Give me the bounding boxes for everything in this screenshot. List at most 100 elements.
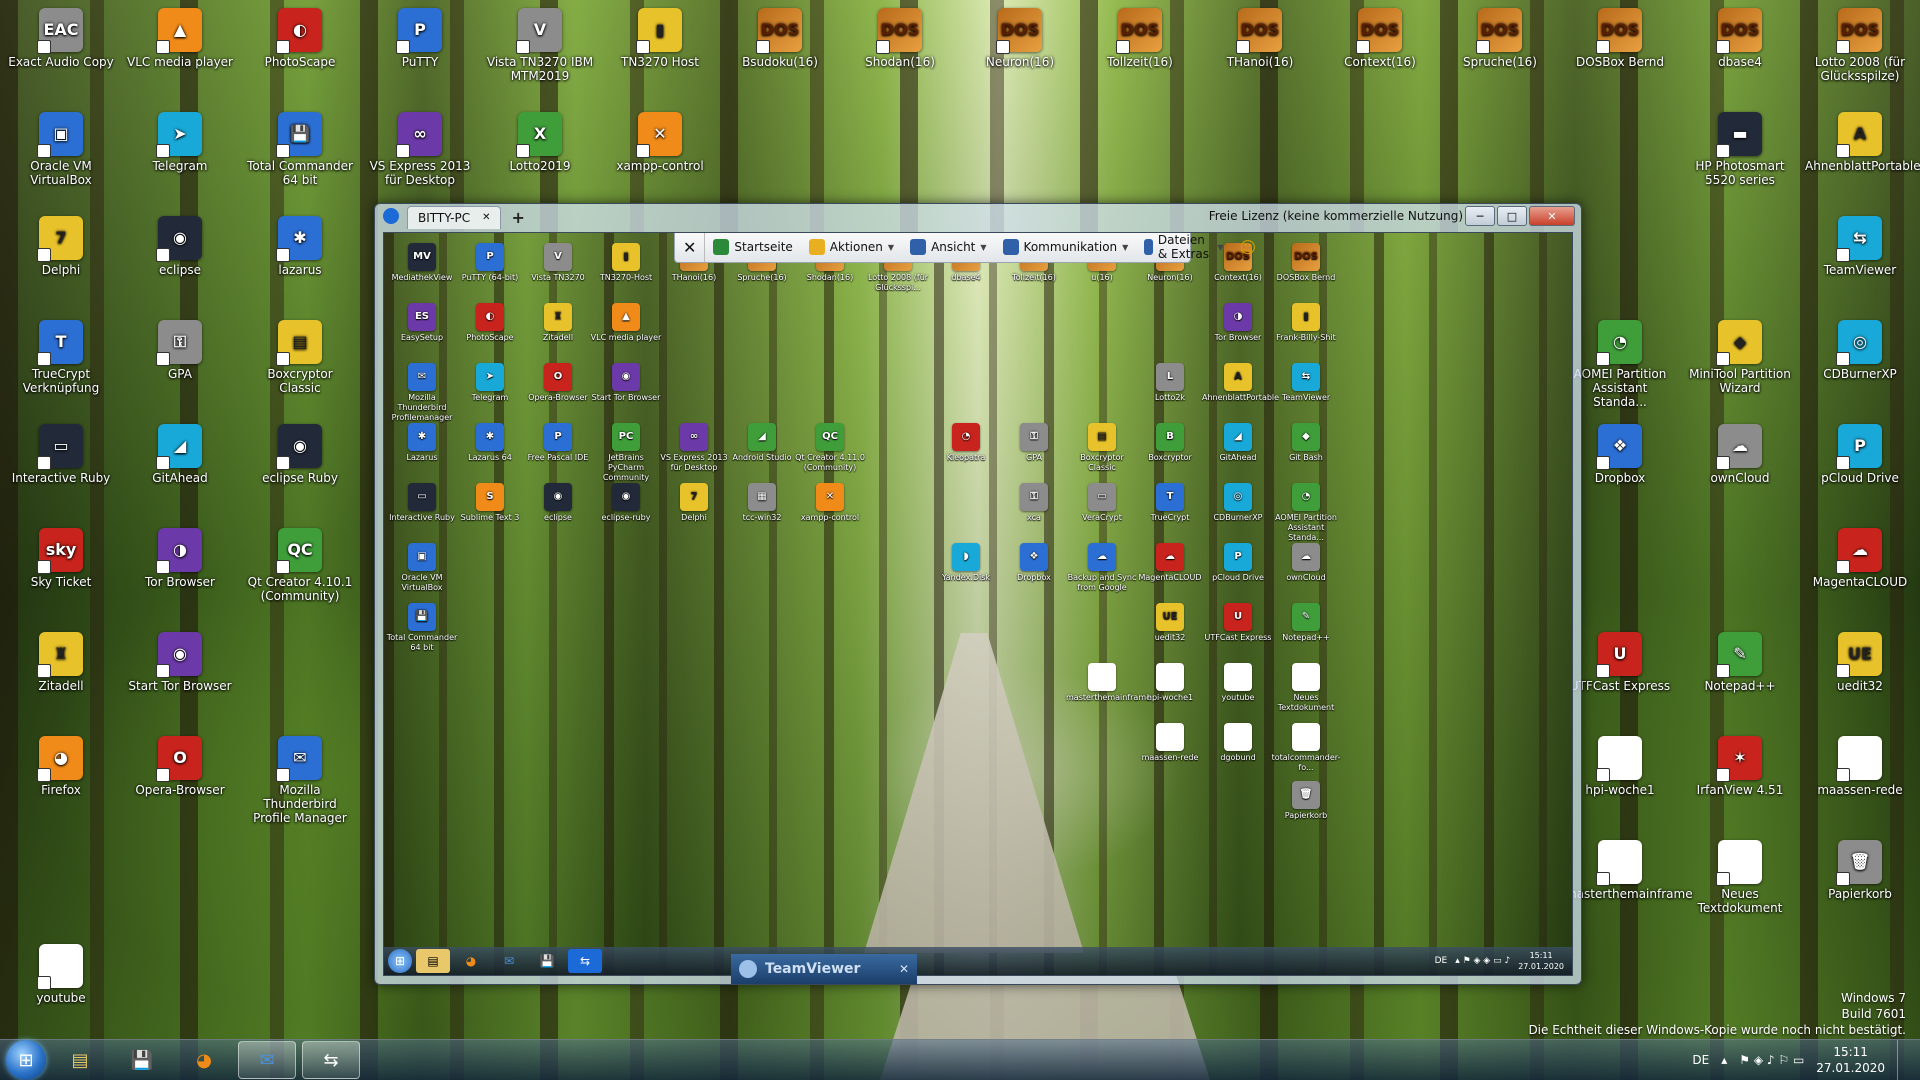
remote-icon-veracrypt[interactable]: ▭ VeraCrypt [1066, 483, 1138, 523]
desktop-icon-xampp-control[interactable]: ✕ xampp-control [605, 112, 715, 173]
teamviewer-badge-close-icon[interactable]: ✕ [899, 962, 909, 976]
remote-icon-tn3270-host[interactable]: ▮ TN3270-Host [590, 243, 662, 283]
toolbar-menu-ansicht[interactable]: Ansicht ▼ [902, 233, 994, 262]
desktop-icon-neues-textdokument[interactable]: Neues Textdokument [1685, 840, 1795, 915]
remote-icon-vlc-media-player[interactable]: ▲ VLC media player [590, 303, 662, 343]
remote-icon-boxcryptor[interactable]: B Boxcryptor [1134, 423, 1206, 463]
desktop-icon-exact-audio-copy[interactable]: EAC Exact Audio Copy [6, 8, 116, 69]
remote-icon-qt-creator-4-11-0-community[interactable]: QC Qt Creator 4.11.0 (Community) [794, 423, 866, 473]
remote-icon-eclipse[interactable]: ◉ eclipse [522, 483, 594, 523]
remote-desktop-view[interactable]: MV MediathekView P PuTTY (64-bit) V Vista TN3… [383, 232, 1573, 976]
desktop-icon-lotto2019[interactable]: X Lotto2019 [485, 112, 595, 173]
remote-tray-icons[interactable]: ▴ ⚑ ◈ ◈ ▭ ♪ [1455, 956, 1510, 966]
remote-icon-backup-and-sync-from-google[interactable]: ☁ Backup and Sync from Google [1066, 543, 1138, 593]
remote-icon-xampp-control[interactable]: ✕ xampp-control [794, 483, 866, 523]
remote-icon-lazarus-64[interactable]: ✱ Lazarus 64 [454, 423, 526, 463]
desktop-icon-start-tor-browser[interactable]: ◉ Start Tor Browser [125, 632, 235, 693]
remote-icon-opera-browser[interactable]: O Opera-Browser [522, 363, 594, 403]
remote-totalcommander-icon[interactable]: 💾 [530, 949, 564, 973]
desktop-icon-teamviewer[interactable]: ⇆ TeamViewer [1805, 216, 1915, 277]
remote-explorer-icon[interactable]: ▤ [416, 949, 450, 973]
remote-icon-neues-textdokument[interactable]: Neues Textdokument [1270, 663, 1342, 713]
tab-close-icon[interactable]: ✕ [482, 212, 490, 223]
taskbar-firefox-icon[interactable]: ◕ [176, 1042, 232, 1078]
desktop-icon-tn3270-host[interactable]: ▮ TN3270 Host [605, 8, 715, 69]
desktop-icon-opera-browser[interactable]: O Opera-Browser [125, 736, 235, 797]
desktop-icon-putty[interactable]: P PuTTY [365, 8, 475, 69]
taskbar-thunderbird-icon[interactable]: ✉ [238, 1041, 296, 1079]
desktop-icon-minitool-partition-wizard[interactable]: ◆ MiniTool Partition Wizard [1685, 320, 1795, 395]
remote-icon-mozilla-thunderbird-profilemanager[interactable]: ✉ Mozilla Thunderbird Profilemanager [386, 363, 458, 423]
clock[interactable]: 15:11 27.01.2020 [1816, 1044, 1885, 1076]
desktop-icon-delphi[interactable]: 7 Delphi [6, 216, 116, 277]
desktop-icon-papierkorb[interactable]: 🗑 Papierkorb [1805, 840, 1915, 901]
remote-icon-totalcommander-fo[interactable]: totalcommander-fo... [1270, 723, 1342, 773]
remote-icon-ahnenblattportable[interactable]: A AhnenblattPortable [1202, 363, 1279, 403]
desktop-icon-vista-tn3270-ibm-mtm2019[interactable]: V Vista TN3270 IBM MTM2019 [485, 8, 595, 83]
remote-icon-xca[interactable]: ⚿ xca [998, 483, 1070, 523]
remote-icon-photoscape[interactable]: ◐ PhotoScape [454, 303, 526, 343]
tray-app-icons[interactable]: ⚑ ◈ ♪ ⚐ ▭ [1739, 1053, 1804, 1067]
desktop-icon-magentacloud[interactable]: ☁ MagentaCLOUD [1805, 528, 1915, 589]
remote-clock[interactable]: 15:11 27.01.2020 [1518, 950, 1564, 972]
remote-icon-telegram[interactable]: ➤ Telegram [454, 363, 526, 403]
remote-icon-interactive-ruby[interactable]: ▭ Interactive Ruby [386, 483, 458, 523]
remote-icon-boxcryptor-classic[interactable]: ▤ Boxcryptor Classic [1066, 423, 1138, 473]
show-hidden-icons-icon[interactable]: ▴ [1721, 1053, 1727, 1067]
remote-icon-dgobund[interactable]: dgobund [1202, 723, 1274, 763]
desktop-icon-eclipse-ruby[interactable]: ◉ eclipse Ruby [245, 424, 355, 485]
desktop-icon-dosbox-bernd[interactable]: DOS DOSBox Bernd [1565, 8, 1675, 69]
desktop-icon-firefox[interactable]: ◕ Firefox [6, 736, 116, 797]
remote-icon-free-pascal-ide[interactable]: P Free Pascal IDE [522, 423, 594, 463]
remote-icon-tcc-win32[interactable]: ▦ tcc-win32 [726, 483, 798, 523]
desktop-icon-zitadell[interactable]: ♜ Zitadell [6, 632, 116, 693]
remote-icon-mediathekview[interactable]: MV MediathekView [386, 243, 458, 283]
remote-icon-owncloud[interactable]: ☁ ownCloud [1270, 543, 1342, 583]
desktop-icon-mozilla-thunderbird-profile-manager[interactable]: ✉ Mozilla Thunderbird Profile Manager [245, 736, 355, 825]
taskbar-totalcommander-icon[interactable]: 💾 [114, 1042, 170, 1078]
start-button[interactable]: ⊞ [6, 1040, 46, 1080]
desktop-icon-bsudoku-16[interactable]: DOS Bsudoku(16) [725, 8, 835, 69]
desktop-icon-sky-ticket[interactable]: sky Sky Ticket [6, 528, 116, 589]
maximize-button[interactable]: □ [1497, 206, 1527, 226]
desktop-icon-context-16[interactable]: DOS Context(16) [1325, 8, 1435, 69]
remote-icon-truecrypt[interactable]: T TrueCrypt [1134, 483, 1206, 523]
taskbar-teamviewer-icon[interactable]: ⇆ [302, 1041, 360, 1079]
remote-icon-oracle-vm-virtualbox[interactable]: ▣ Oracle VM VirtualBox [386, 543, 458, 593]
toolbar-menu-dateien-extras[interactable]: Dateien & Extras ▼ [1136, 233, 1231, 262]
desktop-icon-photoscape[interactable]: ◐ PhotoScape [245, 8, 355, 69]
remote-thunderbird-icon[interactable]: ✉ [492, 949, 526, 973]
desktop-icon-notepad[interactable]: ✎ Notepad++ [1685, 632, 1795, 693]
remote-icon-yandex-disk[interactable]: ◗ Yandex.Disk [930, 543, 1002, 583]
remote-language-indicator[interactable]: DE [1435, 956, 1448, 966]
close-button[interactable]: ✕ [1529, 206, 1575, 226]
desktop-icon-eclipse[interactable]: ◉ eclipse [125, 216, 235, 277]
toolbar-close-button[interactable]: ✕ [675, 233, 706, 262]
remote-icon-maassen-rede[interactable]: maassen-rede [1134, 723, 1206, 763]
remote-icon-eclipse-ruby[interactable]: ◉ eclipse-ruby [590, 483, 662, 523]
desktop-icon-pcloud-drive[interactable]: PpCloud Drive [1805, 424, 1915, 485]
remote-icon-start-tor-browser[interactable]: ◉ Start Tor Browser [590, 363, 662, 403]
desktop-icon-interactive-ruby[interactable]: ▭ Interactive Ruby [6, 424, 116, 485]
desktop-icon-truecrypt-verkn-pfung[interactable]: T TrueCrypt Verknüpfung [6, 320, 116, 395]
desktop-icon-owncloud[interactable]: ☁ ownCloud [1685, 424, 1795, 485]
remote-icon-utfcast-express[interactable]: U UTFCast Express [1202, 603, 1274, 643]
remote-icon-cdburnerxp[interactable]: ◎ CDBurnerXP [1202, 483, 1274, 523]
feedback-smiley-button[interactable]: ☺ [1232, 233, 1265, 262]
minimize-button[interactable]: ─ [1465, 206, 1495, 226]
remote-icon-pcloud-drive[interactable]: PpCloud Drive [1202, 543, 1274, 583]
remote-icon-git-bash[interactable]: ◆ Git Bash [1270, 423, 1342, 463]
desktop-icon-irfanview-4-51[interactable]: ✶ IrfanView 4.51 [1685, 736, 1795, 797]
desktop-icon-thanoi-16[interactable]: DOS THanoi(16) [1205, 8, 1315, 69]
remote-teamviewer-icon[interactable]: ⇆ [568, 949, 602, 973]
add-tab-button[interactable]: + [511, 208, 524, 227]
taskbar-explorer-icon[interactable]: ▤ [52, 1042, 108, 1078]
remote-icon-gpa[interactable]: ⚿ GPA [998, 423, 1070, 463]
remote-icon-papierkorb[interactable]: 🗑 Papierkorb [1270, 781, 1342, 821]
toolbar-menu-aktionen[interactable]: Aktionen ▼ [801, 233, 902, 262]
remote-icon-hpi-woche1[interactable]: hpi-woche1 [1134, 663, 1206, 703]
desktop-icon-uedit32[interactable]: UE uedit32 [1805, 632, 1915, 693]
remote-icon-tor-browser[interactable]: ◑ Tor Browser [1202, 303, 1274, 343]
remote-icon-total-commander-64-bit[interactable]: 💾 Total Commander 64 bit [386, 603, 458, 653]
remote-icon-vista-tn3270[interactable]: V Vista TN3270 [522, 243, 594, 283]
